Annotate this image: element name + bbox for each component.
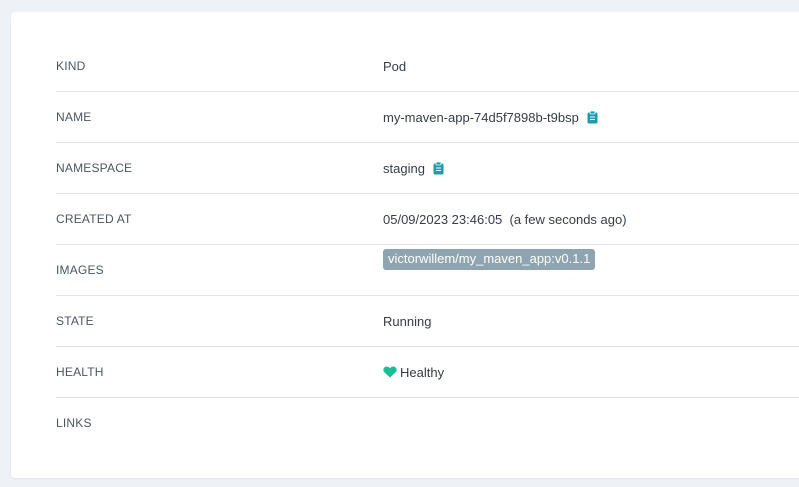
- name-value: my-maven-app-74d5f7898b-t9bsp: [383, 109, 579, 125]
- row-key: NAME: [56, 110, 92, 124]
- row-namespace: NAMESPACE staging: [56, 143, 799, 194]
- row-kind: KIND Pod: [56, 41, 799, 92]
- clipboard-icon[interactable]: [587, 110, 598, 124]
- row-key: STATE: [56, 314, 94, 328]
- row-key: NAMESPACE: [56, 161, 133, 175]
- row-value: 05/09/2023 23:46:05 (a few seconds ago): [383, 194, 627, 244]
- health-value: Healthy: [400, 364, 445, 380]
- row-key: CREATED AT: [56, 212, 132, 226]
- namespace-value: staging: [383, 160, 425, 176]
- row-value: my-maven-app-74d5f7898b-t9bsp: [383, 92, 598, 142]
- row-value: Running: [383, 296, 431, 346]
- state-value: Running: [383, 313, 432, 329]
- row-key: LINKS: [56, 416, 92, 430]
- row-key: HEALTH: [56, 365, 104, 379]
- heart-icon: [383, 366, 397, 378]
- row-key: IMAGES: [56, 263, 104, 277]
- created-at-value: 05/09/2023 23:46:05 (a few seconds ago): [383, 211, 627, 227]
- kind-value: Pod: [383, 58, 407, 74]
- summary-table: KIND Pod NAME my-maven-app-74d5f7898b-t9…: [56, 41, 799, 448]
- row-images: IMAGES victorwillem/my_maven_app:v0.1.1: [56, 245, 799, 296]
- image-tag[interactable]: victorwillem/my_maven_app:v0.1.1: [383, 249, 596, 270]
- clipboard-icon[interactable]: [433, 161, 444, 175]
- row-value: staging: [383, 143, 444, 193]
- row-value: Pod: [383, 41, 406, 91]
- row-state: STATE Running: [56, 296, 799, 347]
- row-links: LINKS: [56, 398, 799, 448]
- row-created-at: CREATED AT 05/09/2023 23:46:05 (a few se…: [56, 194, 799, 245]
- row-name: NAME my-maven-app-74d5f7898b-t9bsp: [56, 92, 799, 143]
- row-value: Healthy: [383, 347, 444, 397]
- summary-panel: KIND Pod NAME my-maven-app-74d5f7898b-t9…: [11, 12, 799, 478]
- row-health: HEALTH Healthy: [56, 347, 799, 398]
- row-value: victorwillem/my_maven_app:v0.1.1: [383, 245, 596, 299]
- row-key: KIND: [56, 59, 86, 73]
